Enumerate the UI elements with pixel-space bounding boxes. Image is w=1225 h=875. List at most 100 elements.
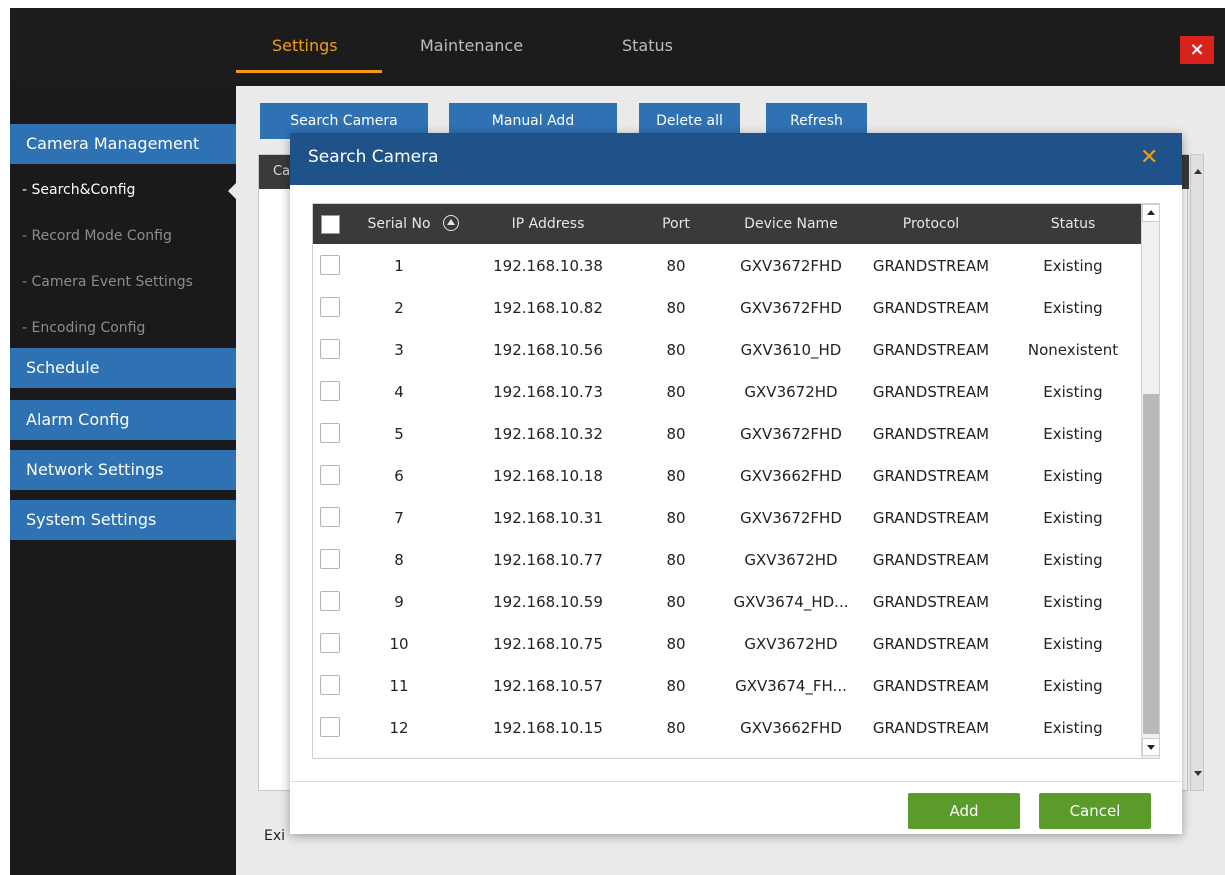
- table-row[interactable]: 10 192.168.10.75 80 GXV3672HD GRANDSTREAM Exi…: [313, 623, 1141, 665]
- active-tab-underline: [236, 70, 382, 73]
- column-header-serial[interactable]: Serial No: [357, 204, 441, 244]
- dialog-close-icon[interactable]: ✕: [1140, 145, 1158, 170]
- serial-cell: 7: [394, 509, 404, 527]
- tab-maintenance[interactable]: Maintenance: [420, 36, 523, 55]
- row-checkbox[interactable]: [320, 381, 340, 401]
- table-row[interactable]: 2 192.168.10.82 80 GXV3672FHD GRANDSTREAM Exi…: [313, 287, 1141, 329]
- tab-status[interactable]: Status: [622, 36, 673, 55]
- top-navigation-bar: Settings Maintenance Status ×: [10, 8, 1225, 86]
- serial-cell: 6: [394, 467, 404, 485]
- protocol-cell: GRANDSTREAM: [872, 341, 990, 359]
- ip-address-cell: 192.168.10.82: [493, 299, 603, 317]
- row-checkbox[interactable]: [320, 339, 340, 359]
- device-name-cell: GXV3610_HD: [740, 341, 842, 359]
- table-header: Serial No IP Address Port Device Name Pr…: [313, 204, 1141, 244]
- column-header-protocol[interactable]: Protocol: [861, 204, 1001, 244]
- serial-cell: 11: [389, 677, 409, 695]
- protocol-cell: GRANDSTREAM: [872, 257, 990, 275]
- table-row[interactable]: 6 192.168.10.18 80 GXV3662FHD GRANDSTREAM Exi…: [313, 455, 1141, 497]
- port-cell: 80: [666, 635, 686, 653]
- row-checkbox[interactable]: [320, 549, 340, 569]
- status-cell: Existing: [1043, 257, 1103, 275]
- device-name-cell: GXV3674_FH...: [735, 677, 847, 695]
- sidebar-item-network-settings[interactable]: Network Settings: [10, 450, 236, 490]
- row-checkbox[interactable]: [320, 297, 340, 317]
- ip-address-cell: 192.168.10.32: [493, 425, 603, 443]
- ip-address-cell: 192.168.10.77: [493, 551, 603, 569]
- status-cell: Existing: [1043, 719, 1103, 737]
- ip-address-cell: 192.168.10.73: [493, 383, 603, 401]
- device-name-cell: GXV3672FHD: [740, 425, 842, 443]
- sidebar-item-search-config[interactable]: - Search&Config: [10, 170, 236, 210]
- row-checkbox[interactable]: [320, 507, 340, 527]
- status-cell: Existing: [1043, 509, 1103, 527]
- table-row[interactable]: 11 192.168.10.57 80 GXV3674_FH... GRANDSTREA…: [313, 665, 1141, 707]
- row-checkbox[interactable]: [320, 717, 340, 737]
- scroll-up-arrow-icon[interactable]: [1142, 204, 1160, 222]
- table-scrollbar[interactable]: [1141, 204, 1160, 758]
- port-cell: 80: [666, 341, 686, 359]
- device-name-cell: GXV3672FHD: [740, 299, 842, 317]
- row-checkbox[interactable]: [320, 591, 340, 611]
- table-row[interactable]: 12 192.168.10.15 80 GXV3662FHD GRANDSTREAM Ex…: [313, 707, 1141, 749]
- device-name-cell: GXV3672HD: [744, 635, 838, 653]
- protocol-cell: GRANDSTREAM: [872, 551, 990, 569]
- window-close-button[interactable]: ×: [1180, 36, 1214, 64]
- serial-cell: 3: [394, 341, 404, 359]
- sidebar-item-record-mode-config[interactable]: - Record Mode Config: [10, 216, 236, 256]
- sidebar-item-schedule[interactable]: Schedule: [10, 348, 236, 388]
- column-header-device-name[interactable]: Device Name: [723, 204, 859, 244]
- column-header-status[interactable]: Status: [1013, 204, 1133, 244]
- ip-address-cell: 192.168.10.56: [493, 341, 603, 359]
- row-checkbox[interactable]: [320, 423, 340, 443]
- sidebar-item-camera-event-settings[interactable]: - Camera Event Settings: [10, 262, 236, 302]
- protocol-cell: GRANDSTREAM: [872, 383, 990, 401]
- dialog-header: Search Camera ✕: [290, 133, 1182, 185]
- row-checkbox[interactable]: [320, 255, 340, 275]
- table-row[interactable]: 7 192.168.10.31 80 GXV3672FHD GRANDSTREAM Exi…: [313, 497, 1141, 539]
- ip-address-cell: 192.168.10.31: [493, 509, 603, 527]
- device-name-cell: GXV3662FHD: [740, 467, 842, 485]
- status-cell: Existing: [1043, 383, 1103, 401]
- column-header-port[interactable]: Port: [653, 204, 699, 244]
- port-cell: 80: [666, 509, 686, 527]
- scroll-down-arrow-icon[interactable]: [1194, 771, 1202, 776]
- row-checkbox[interactable]: [320, 675, 340, 695]
- search-camera-dialog: Search Camera ✕ Serial No IP Address Por…: [290, 133, 1182, 834]
- status-cell: Existing: [1043, 677, 1103, 695]
- protocol-cell: GRANDSTREAM: [872, 719, 990, 737]
- column-header-ip-address[interactable]: IP Address: [483, 204, 613, 244]
- add-button[interactable]: Add: [908, 793, 1020, 829]
- camera-list-scrollbar[interactable]: [1190, 154, 1204, 791]
- sidebar-item-encoding-config[interactable]: - Encoding Config: [10, 308, 236, 348]
- port-cell: 80: [666, 425, 686, 443]
- serial-cell: 10: [389, 635, 409, 653]
- serial-cell: 8: [394, 551, 404, 569]
- ip-address-cell: 192.168.10.59: [493, 593, 603, 611]
- sidebar-item-alarm-config[interactable]: Alarm Config: [10, 400, 236, 440]
- scroll-down-arrow-icon[interactable]: [1142, 738, 1160, 756]
- sidebar-item-system-settings[interactable]: System Settings: [10, 500, 236, 540]
- table-row[interactable]: 3 192.168.10.56 80 GXV3610_HD GRANDSTREAM Non…: [313, 329, 1141, 371]
- port-cell: 80: [666, 551, 686, 569]
- scrollbar-thumb[interactable]: [1143, 394, 1159, 734]
- table-row[interactable]: 9 192.168.10.59 80 GXV3674_HD... GRANDSTREAM…: [313, 581, 1141, 623]
- port-cell: 80: [666, 257, 686, 275]
- tab-settings[interactable]: Settings: [272, 36, 338, 55]
- row-checkbox[interactable]: [320, 465, 340, 485]
- table-row[interactable]: 5 192.168.10.32 80 GXV3672FHD GRANDSTREAM Exi…: [313, 413, 1141, 455]
- cancel-button[interactable]: Cancel: [1039, 793, 1151, 829]
- sidebar-item-camera-management[interactable]: Camera Management: [10, 124, 236, 164]
- table-row[interactable]: 4 192.168.10.73 80 GXV3672HD GRANDSTREAM Exis…: [313, 371, 1141, 413]
- row-checkbox[interactable]: [320, 633, 340, 653]
- port-cell: 80: [666, 383, 686, 401]
- ip-address-cell: 192.168.10.38: [493, 257, 603, 275]
- scroll-up-arrow-icon[interactable]: [1194, 169, 1202, 174]
- sidebar: Camera Management - Search&Config - Reco…: [10, 86, 236, 875]
- table-row[interactable]: 1 192.168.10.38 80 GXV3672FHD GRANDSTREAM Exi…: [313, 245, 1141, 287]
- sort-icon[interactable]: [443, 215, 459, 231]
- table-row[interactable]: 8 192.168.10.77 80 GXV3672HD GRANDSTREAM Exis…: [313, 539, 1141, 581]
- exit-label: Exi: [264, 828, 286, 844]
- select-all-checkbox[interactable]: [321, 215, 340, 234]
- device-name-cell: GXV3672FHD: [740, 509, 842, 527]
